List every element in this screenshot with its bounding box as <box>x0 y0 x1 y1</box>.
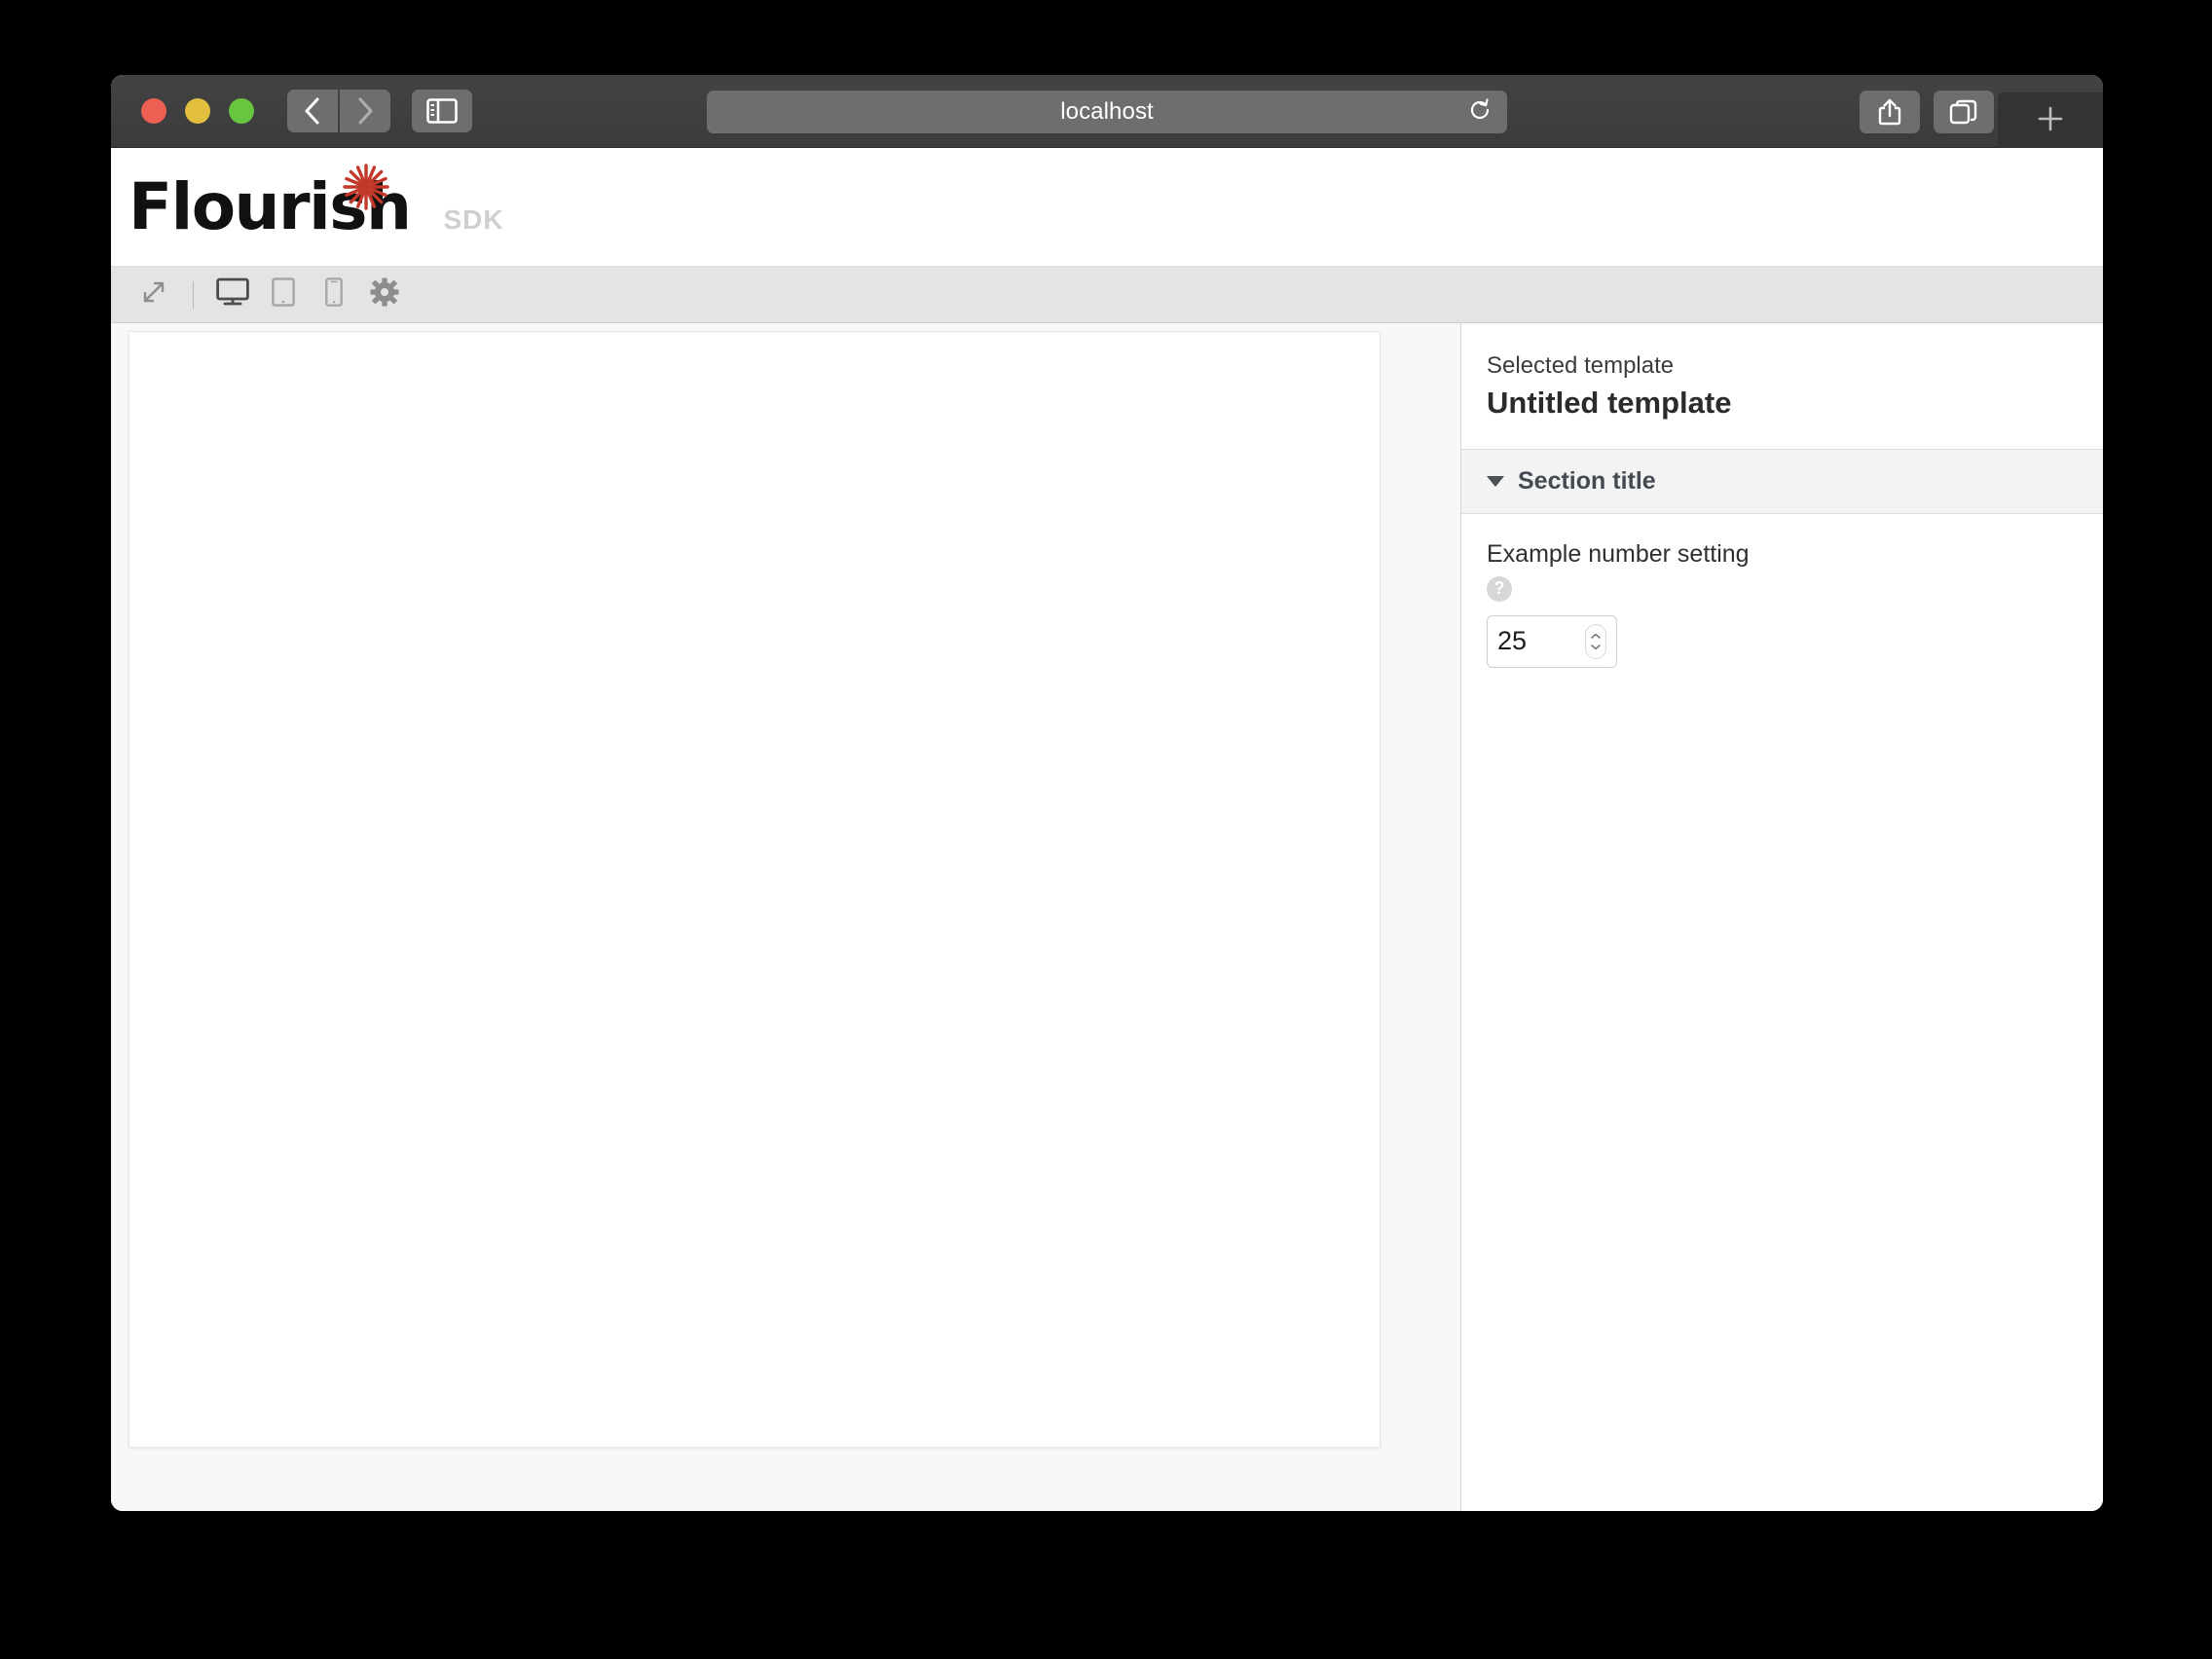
flourish-logo[interactable]: Flourish SDK <box>129 163 504 240</box>
number-setting-input[interactable]: 25 <box>1487 614 1617 668</box>
chevron-down-icon <box>1487 475 1504 487</box>
settings-panel: Selected template Untitled template Sect… <box>1460 323 2103 1511</box>
stepper-down-icon <box>1591 644 1601 649</box>
share-icon <box>1877 97 1902 127</box>
address-text: localhost <box>1060 98 1154 125</box>
window-controls <box>141 98 254 124</box>
share-button[interactable] <box>1860 91 1920 133</box>
sidebar-toggle-button[interactable] <box>412 90 472 132</box>
back-button[interactable] <box>287 90 338 132</box>
reload-button[interactable] <box>1466 97 1493 128</box>
selected-template-label: Selected template <box>1487 352 1675 379</box>
chevron-right-icon <box>355 96 375 126</box>
workspace: Selected template Untitled template Sect… <box>111 323 2103 1511</box>
reload-icon <box>1467 97 1493 128</box>
help-icon[interactable]: ? <box>1487 575 1512 602</box>
section-header[interactable]: Section title <box>1461 449 2103 514</box>
tablet-preview-button[interactable] <box>258 273 309 317</box>
section-title-label: Section title <box>1518 466 1656 495</box>
gear-icon <box>370 277 399 312</box>
maximize-window-button[interactable] <box>229 98 254 124</box>
new-tab-button[interactable] <box>1998 92 2103 149</box>
selected-template-header: Selected template Untitled template <box>1461 323 2103 450</box>
address-bar[interactable]: localhost <box>707 91 1507 133</box>
template-name: Untitled template <box>1487 386 1732 421</box>
plus-icon <box>2036 104 2065 138</box>
expand-arrows-icon <box>141 279 166 310</box>
stepper-up-icon <box>1591 633 1601 639</box>
chevron-left-icon <box>303 96 322 126</box>
close-window-button[interactable] <box>141 98 166 124</box>
preview-toolbar <box>111 267 2103 323</box>
fullscreen-button[interactable] <box>129 273 179 317</box>
toolbar-divider <box>193 280 194 309</box>
mobile-preview-button[interactable] <box>309 273 359 317</box>
setting-label: Example number setting <box>1487 539 1750 568</box>
forward-button[interactable] <box>340 90 390 132</box>
logo-sdk-label: SDK <box>443 203 504 235</box>
starburst-icon <box>341 162 391 217</box>
preview-pane <box>111 323 1460 1511</box>
tablet-icon <box>272 277 295 312</box>
app-header: Flourish SDK <box>111 148 2103 267</box>
desktop-preview-button[interactable] <box>207 273 258 317</box>
browser-window: localhost Flourish SDK Selected template… <box>111 75 2103 1511</box>
template-preview-frame[interactable] <box>129 331 1381 1448</box>
number-setting-value: 25 <box>1497 626 1528 656</box>
sidebar-icon <box>426 98 458 124</box>
browser-titlebar: localhost <box>111 75 2103 149</box>
copy-tabs-icon <box>1949 98 1978 126</box>
number-stepper[interactable] <box>1585 623 1606 659</box>
browser-right-tools <box>1860 91 1994 133</box>
settings-button[interactable] <box>359 273 410 317</box>
mobile-phone-icon <box>325 277 343 312</box>
section-body: Example number setting ? 25 <box>1461 514 2103 668</box>
desktop-monitor-icon <box>216 277 249 312</box>
setting-group: Example number setting ? 25 <box>1487 539 2078 668</box>
navigation-buttons <box>287 90 390 132</box>
tab-overview-button[interactable] <box>1934 91 1994 133</box>
minimize-window-button[interactable] <box>185 98 210 124</box>
